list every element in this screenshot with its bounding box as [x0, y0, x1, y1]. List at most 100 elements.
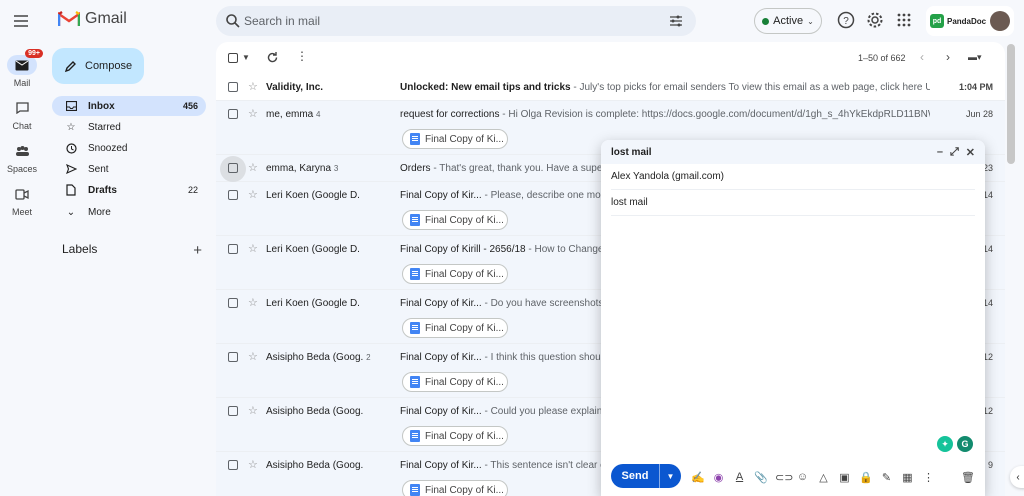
google-docs-icon	[410, 133, 420, 145]
google-docs-icon	[410, 484, 420, 496]
color-palette-icon[interactable]: ◉	[712, 471, 725, 484]
prev-page-icon[interactable]: ‹	[920, 50, 924, 64]
compose-window: lost mail – ⤢ ✕ Alex Yandola (gmail.com)…	[601, 140, 985, 496]
star-icon[interactable]: ☆	[248, 458, 258, 471]
star-icon[interactable]: ☆	[248, 161, 258, 174]
search-input[interactable]: Search in mail	[244, 14, 320, 28]
more-options-icon[interactable]: ⋮	[296, 49, 308, 63]
compose-header[interactable]: lost mail – ⤢ ✕	[601, 140, 985, 164]
email-snippet: - Please, describe one more v	[481, 190, 618, 201]
row-checkbox[interactable]	[228, 244, 238, 254]
row-checkbox[interactable]	[228, 352, 238, 362]
emoji-icon[interactable]: ☺	[796, 471, 809, 484]
gmail-logo[interactable]: Gmail	[58, 10, 127, 28]
close-icon[interactable]: ✕	[966, 146, 975, 159]
search-bar[interactable]: Search in mail	[216, 6, 696, 36]
attachment-chip[interactable]: Final Copy of Ki...	[402, 372, 508, 392]
star-icon[interactable]: ☆	[248, 350, 258, 363]
sidebar-item-starred[interactable]: ☆ Starred	[52, 117, 206, 137]
grammarly-icon[interactable]: G	[957, 436, 973, 452]
schedule-send-dropdown-icon[interactable]: ▼	[660, 472, 681, 481]
rail-item-meet[interactable]: Meet	[0, 184, 44, 217]
status-label: Active	[773, 15, 804, 27]
list-scrollbar[interactable]	[1007, 44, 1015, 164]
sidebar-item-label: Drafts	[88, 184, 117, 196]
pandadoc-extension[interactable]: pd PandaDoc	[926, 6, 1014, 36]
row-checkbox[interactable]	[228, 298, 238, 308]
row-checkbox[interactable]	[228, 190, 238, 200]
compose-button[interactable]: Compose	[52, 48, 144, 84]
row-checkbox[interactable]	[228, 82, 238, 92]
attachment-chip[interactable]: Final Copy of Ki...	[402, 480, 508, 496]
select-dropdown-icon[interactable]: ▼	[242, 53, 250, 62]
text-format-icon[interactable]: A	[733, 471, 746, 484]
main-menu-icon[interactable]	[12, 12, 30, 30]
search-icon[interactable]	[225, 13, 241, 29]
input-tools-icon[interactable]: ▬▾	[968, 52, 982, 63]
select-all-checkbox[interactable]	[228, 53, 238, 63]
email-sender: me, emma 4	[266, 109, 321, 120]
discard-draft-trash-icon[interactable]: 🗑	[961, 471, 975, 484]
grammarly-widget[interactable]: ✦ G	[937, 436, 973, 452]
lightbulb-icon[interactable]: ✦	[937, 436, 953, 452]
search-options-icon[interactable]	[668, 13, 684, 29]
drafts-count: 22	[187, 185, 198, 195]
star-icon[interactable]: ☆	[248, 242, 258, 255]
star-icon[interactable]: ☆	[248, 296, 258, 309]
rail-item-chat[interactable]: Chat	[0, 98, 44, 131]
add-label-button[interactable]: +	[193, 242, 202, 259]
attach-file-icon[interactable]: 📎	[754, 471, 768, 484]
row-checkbox[interactable]	[228, 109, 238, 119]
rail-item-mail[interactable]: 99+ Mail	[0, 49, 44, 88]
attachment-chip[interactable]: Final Copy of Ki...	[402, 129, 508, 149]
more-options-icon[interactable]: ⋮	[922, 471, 935, 484]
star-icon[interactable]: ☆	[248, 188, 258, 201]
insert-link-icon[interactable]: ⊂⊃	[775, 471, 793, 484]
attachment-chip[interactable]: Final Copy of Ki...	[402, 318, 508, 338]
sidebar-item-drafts[interactable]: Drafts 22	[52, 180, 206, 200]
help-icon[interactable]: ?	[837, 11, 855, 29]
google-drive-icon[interactable]: △	[817, 471, 830, 484]
confidential-lock-icon[interactable]: 🔒	[859, 471, 873, 484]
rail-item-spaces[interactable]: Spaces	[0, 141, 44, 174]
row-checkbox[interactable]	[228, 460, 238, 470]
attachment-chip[interactable]: Final Copy of Ki...	[402, 426, 508, 446]
star-icon[interactable]: ☆	[248, 107, 258, 120]
rail-item-label: Chat	[12, 121, 32, 131]
sidebar-item-snoozed[interactable]: Snoozed	[52, 138, 206, 158]
compose-title: lost mail	[611, 146, 652, 158]
message-body[interactable]	[611, 222, 975, 422]
expand-icon[interactable]: ⤢	[950, 146, 959, 159]
layout-template-icon[interactable]: ▦	[901, 471, 914, 484]
insert-photo-icon[interactable]: ▣	[838, 471, 851, 484]
send-icon	[65, 164, 77, 174]
recipients-field[interactable]: Alex Yandola (gmail.com)	[611, 164, 975, 190]
minimize-icon[interactable]: –	[937, 146, 943, 159]
sidebar-item-more[interactable]: ⌄ More	[52, 202, 206, 222]
row-checkbox[interactable]	[228, 163, 238, 173]
settings-gear-icon[interactable]	[866, 11, 884, 29]
next-page-icon[interactable]: ›	[946, 50, 950, 64]
email-subject: Final Copy of Kir...	[400, 352, 482, 363]
account-avatar[interactable]	[990, 11, 1010, 31]
pen-signature-icon[interactable]: ✎	[880, 471, 893, 484]
sidebar-item-inbox[interactable]: Inbox 456	[52, 96, 206, 116]
row-checkbox[interactable]	[228, 406, 238, 416]
rail-item-label: Spaces	[6, 164, 38, 174]
labels-heading: Labels	[62, 242, 98, 256]
send-button[interactable]: Send ▼	[611, 464, 681, 488]
status-selector[interactable]: Active ⌄	[754, 8, 822, 34]
email-row[interactable]: ☆ Validity, Inc. Unlocked: New email tip…	[216, 74, 1005, 101]
apps-grid-icon[interactable]	[895, 11, 913, 29]
email-subject: Final Copy of Kir...	[400, 298, 482, 309]
attachment-chip[interactable]: Final Copy of Ki...	[402, 210, 508, 230]
star-icon[interactable]: ☆	[248, 404, 258, 417]
side-panel-toggle-icon[interactable]: ‹	[1010, 466, 1024, 488]
attachment-chip[interactable]: Final Copy of Ki...	[402, 264, 508, 284]
list-toolbar: ▼ ⋮ 1–50 of 662 ‹ › ▬▾	[216, 42, 1005, 74]
sidebar-item-sent[interactable]: Sent	[52, 159, 206, 179]
star-icon[interactable]: ☆	[248, 80, 258, 93]
signature-tool-icon[interactable]: ✍	[691, 471, 705, 484]
subject-field[interactable]: lost mail	[611, 190, 975, 216]
refresh-icon[interactable]	[266, 51, 279, 64]
